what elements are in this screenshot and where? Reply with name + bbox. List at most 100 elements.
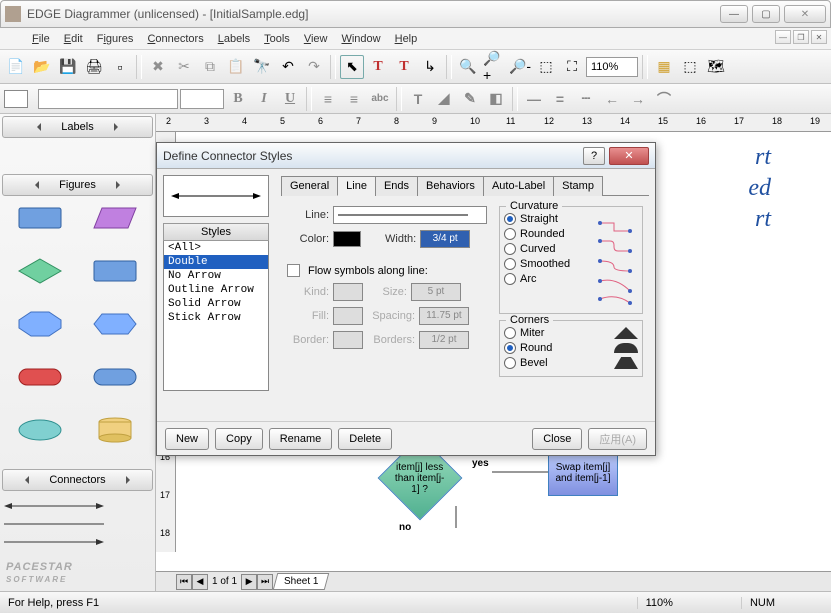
line-color-icon[interactable]: ✎ [458,87,482,111]
print-icon[interactable]: 🖨 [82,55,106,79]
menu-figures[interactable]: Figures [91,31,140,47]
dialog-help-button[interactable]: ? [583,147,605,165]
shape-ellipse[interactable] [4,414,76,446]
menu-tools[interactable]: Tools [258,31,296,47]
align-center-icon[interactable]: ≡ [342,87,366,111]
shape-capsule-blue[interactable] [80,361,152,393]
tab-autolabel[interactable]: Auto-Label [483,176,554,196]
connector-end-arrow[interactable] [4,533,151,551]
text-red-icon[interactable]: T [366,55,390,79]
connectors-panel-header[interactable]: Connectors [2,469,153,491]
fill-color-box[interactable] [4,90,28,108]
new-doc-icon[interactable]: 📄 [4,55,28,79]
zoom-area-icon[interactable]: ⬚ [534,55,558,79]
style-item-noarrow[interactable]: No Arrow [164,269,268,283]
undo-icon[interactable]: ↶ [276,55,300,79]
line-style-icon[interactable]: — [522,87,546,111]
shape-rect-blue2[interactable] [80,255,152,287]
rename-button[interactable]: Rename [269,428,333,450]
flow-symbols-checkbox[interactable] [287,264,300,277]
style-item-outline[interactable]: Outline Arrow [164,283,268,297]
dialog-close-button[interactable]: ✕ [609,147,649,165]
mdi-minimize[interactable]: — [775,30,791,44]
labels-panel-header[interactable]: Labels [2,116,153,138]
width-select[interactable]: 3/4 pt [420,230,470,248]
close-dialog-button[interactable]: Close [532,428,582,450]
tab-line[interactable]: Line [337,176,376,196]
arrow-end-icon[interactable]: → [626,87,650,111]
connector-double-arrow[interactable] [4,497,151,515]
bold-icon[interactable]: B [226,87,250,111]
connector-no-arrow[interactable] [4,515,151,533]
tab-behaviors[interactable]: Behaviors [417,176,484,196]
fill-icon[interactable]: ◢ [432,87,456,111]
delete-button[interactable]: Delete [338,428,392,450]
copy-icon[interactable]: ⧉ [198,55,222,79]
snap-icon[interactable]: ⬚ [678,55,702,79]
zoom-in-icon[interactable]: 🔎+ [482,55,506,79]
italic-icon[interactable]: I [252,87,276,111]
font-select[interactable] [38,89,178,109]
menu-connectors[interactable]: Connectors [141,31,209,47]
menu-help[interactable]: Help [389,31,424,47]
layer-icon[interactable]: 🗺 [704,55,728,79]
line-dash-icon[interactable]: ┄ [574,87,598,111]
minimize-button[interactable]: — [720,5,748,23]
save-icon[interactable]: 💾 [56,55,80,79]
shape-octagon[interactable] [4,308,76,340]
shape-capsule-red[interactable] [4,361,76,393]
style-item-all[interactable]: <All> [164,241,268,255]
sheet-first[interactable]: ⏮ [176,574,192,590]
text-red2-icon[interactable]: T [392,55,416,79]
apply-button[interactable]: 应用(A) [588,428,647,450]
radio-round[interactable]: Round [504,342,638,354]
menu-labels[interactable]: Labels [212,31,256,47]
close-button[interactable]: ✕ [784,5,826,23]
figures-panel-header[interactable]: Figures [2,174,153,196]
maximize-button[interactable]: ▢ [752,5,780,23]
font-size-select[interactable] [180,89,224,109]
flow-rect[interactable]: Swap item[j] and item[j-1] [548,450,618,496]
menu-window[interactable]: Window [335,31,386,47]
style-item-double[interactable]: Double [164,255,268,269]
connector-tool-icon[interactable]: ↳ [418,55,442,79]
underline-icon[interactable]: U [278,87,302,111]
zoom-out-icon[interactable]: 🔎- [508,55,532,79]
arrow-start-icon[interactable]: ← [600,87,624,111]
mdi-close[interactable]: ✕ [811,30,827,44]
paste-icon[interactable]: 📋 [224,55,248,79]
menu-file[interactable]: File [26,31,56,47]
pointer-icon[interactable]: ⬉ [340,55,364,79]
menu-view[interactable]: View [298,31,334,47]
sheet-last[interactable]: ⏭ [257,574,273,590]
radio-miter[interactable]: Miter [504,327,638,339]
text-color-icon[interactable]: T [406,87,430,111]
zoom-fit-icon[interactable]: ⛶ [560,55,584,79]
style-item-stick[interactable]: Stick Arrow [164,311,268,325]
shape-cylinder[interactable] [80,414,152,446]
mdi-restore[interactable]: ❐ [793,30,809,44]
open-icon[interactable]: 📂 [30,55,54,79]
new-button[interactable]: New [165,428,209,450]
page-icon[interactable]: ▫ [108,55,132,79]
tab-general[interactable]: General [281,176,338,196]
shape-rect-blue[interactable] [4,202,76,234]
align-left-icon[interactable]: ≡ [316,87,340,111]
style-item-solid[interactable]: Solid Arrow [164,297,268,311]
sheet-next[interactable]: ▶ [241,574,257,590]
line-weight-icon[interactable]: = [548,87,572,111]
copy-button[interactable]: Copy [215,428,263,450]
zoom-select[interactable] [586,57,638,77]
sheet-prev[interactable]: ◀ [192,574,208,590]
find-icon[interactable]: 🔭 [250,55,274,79]
shape-hexagon[interactable] [80,308,152,340]
styles-list[interactable]: <All> Double No Arrow Outline Arrow Soli… [163,241,269,391]
cut-icon[interactable]: ✂ [172,55,196,79]
tab-stamp[interactable]: Stamp [553,176,603,196]
zoom-icon[interactable]: 🔍 [456,55,480,79]
shape-diamond[interactable] [4,255,76,287]
sheet-tab-1[interactable]: Sheet 1 [273,573,330,590]
grid-icon[interactable]: ▦ [652,55,676,79]
menu-edit[interactable]: Edit [58,31,89,47]
abc-icon[interactable]: abc [368,87,392,111]
